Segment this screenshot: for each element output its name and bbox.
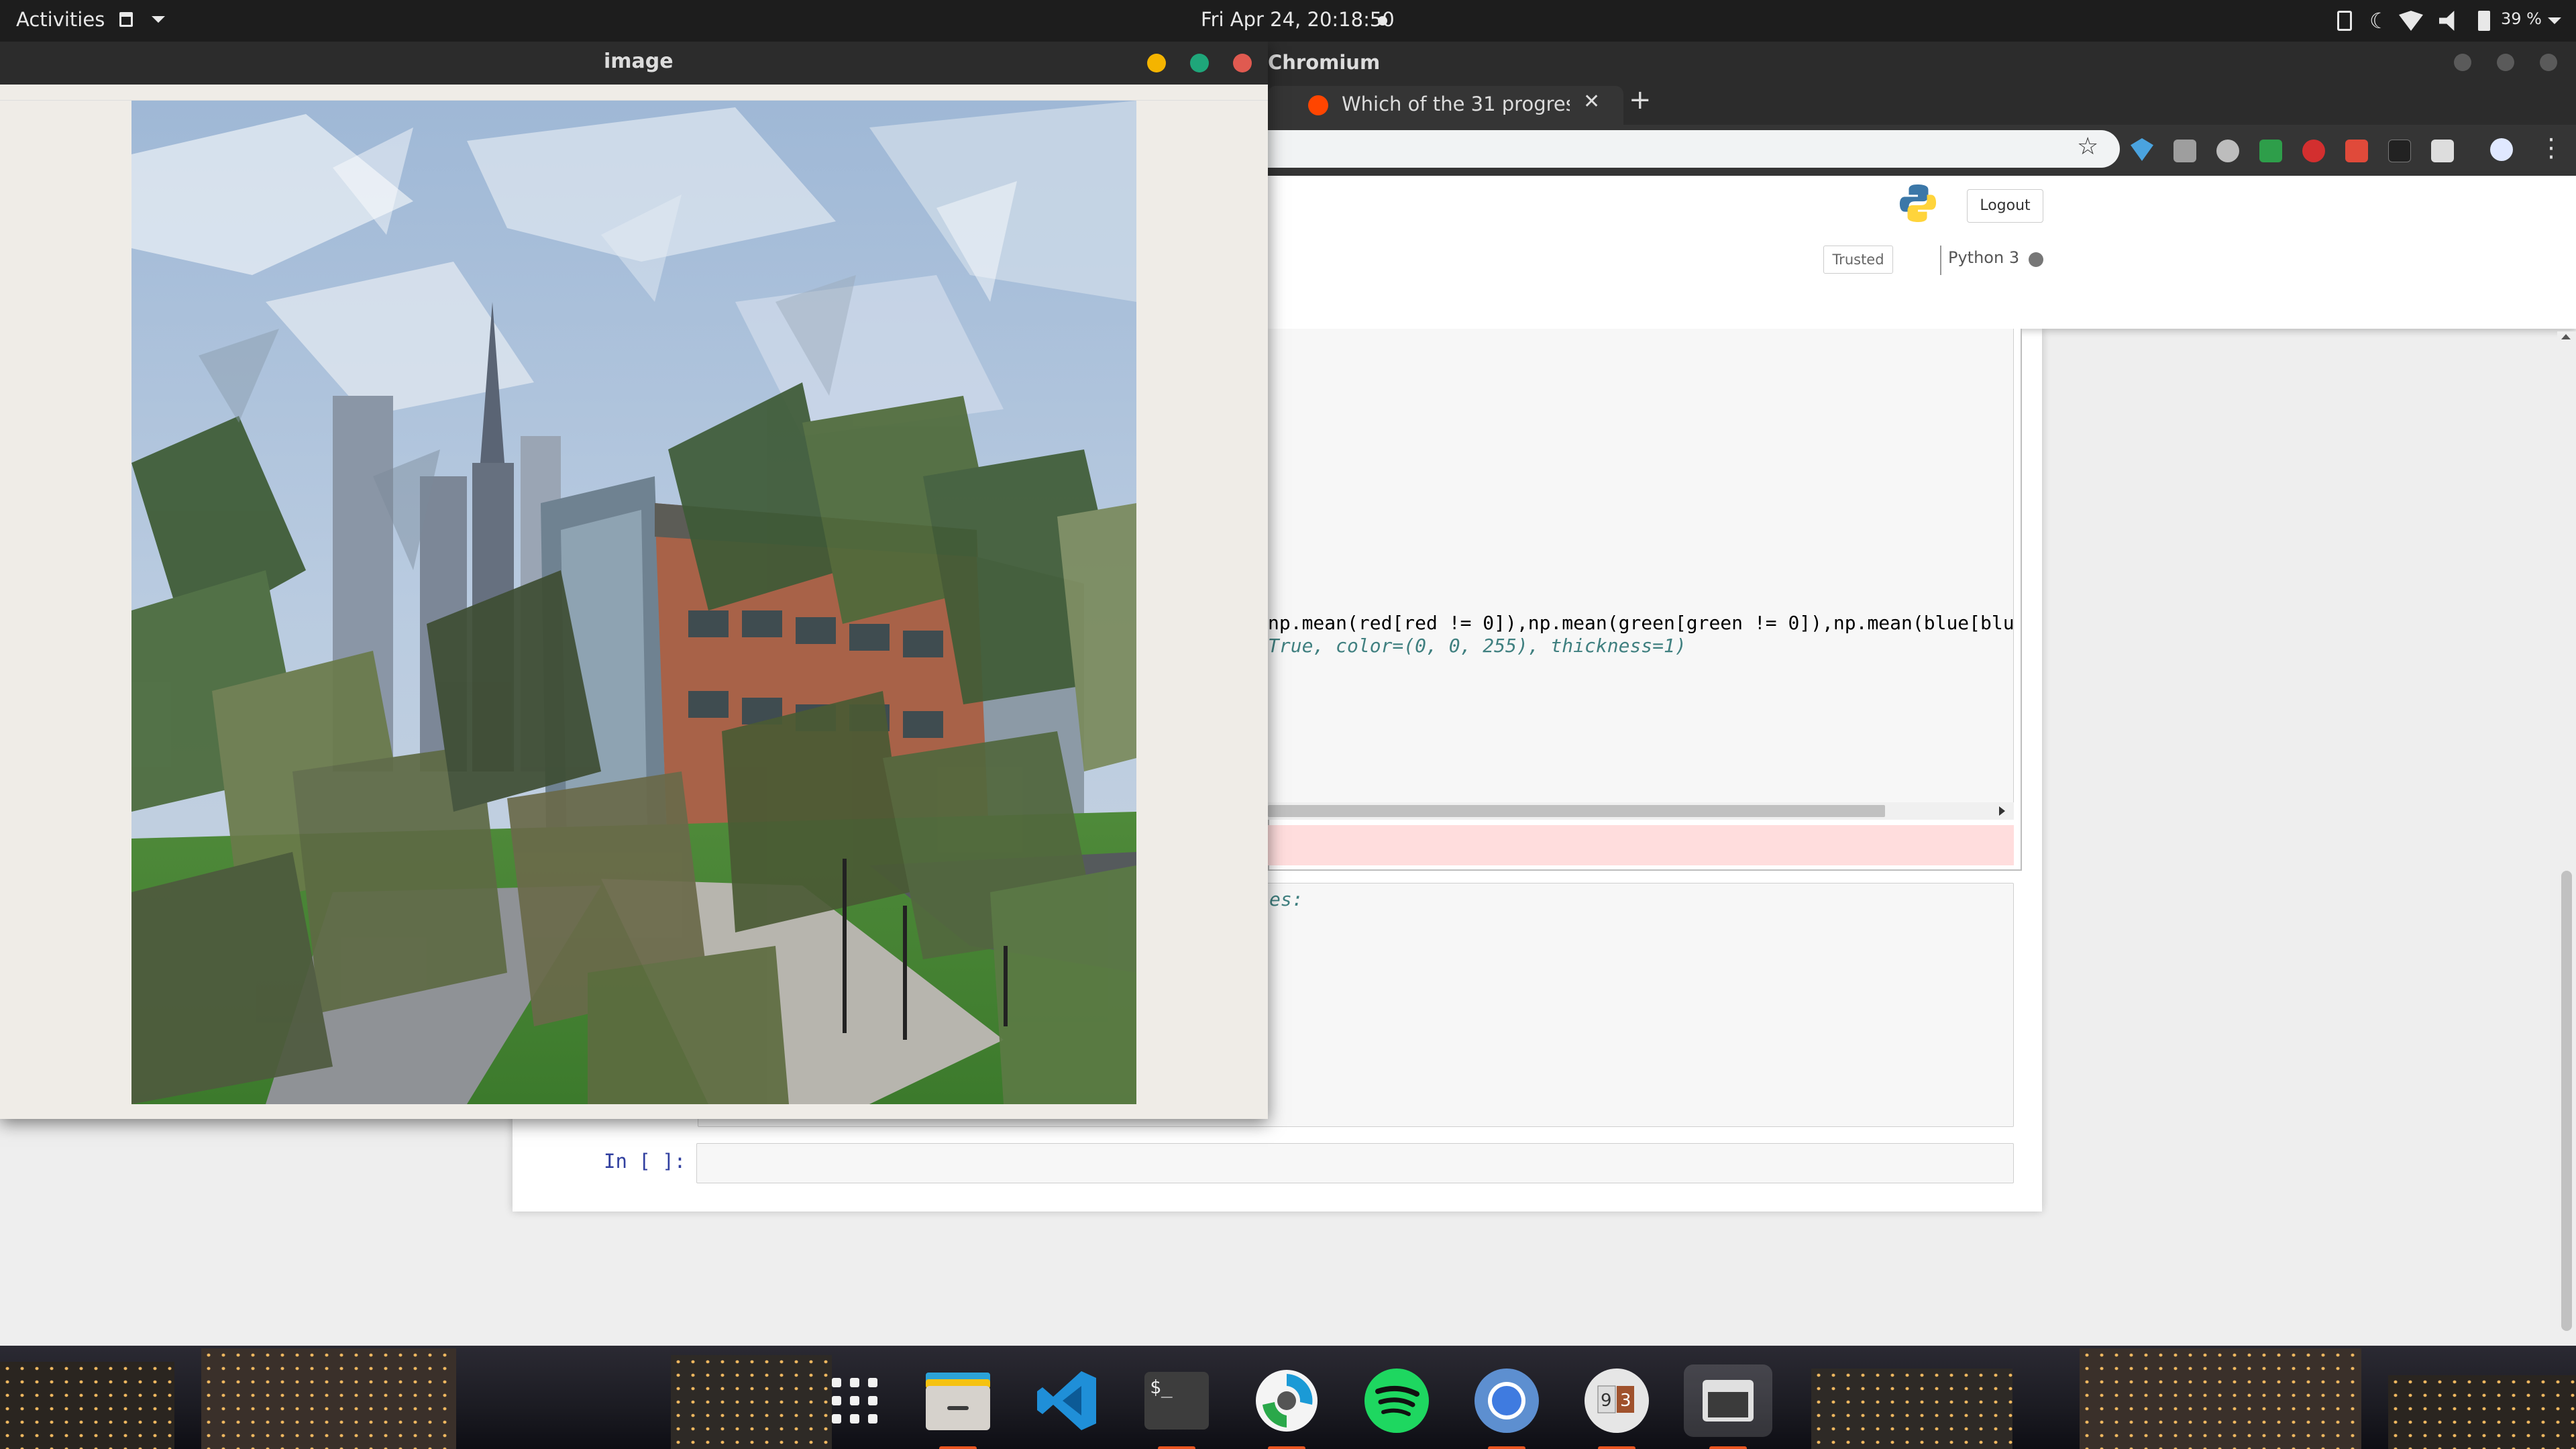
extension-yab-icon[interactable] xyxy=(2302,140,2325,162)
triangulated-photo xyxy=(131,101,1136,1104)
system-menu-chevron-icon[interactable] xyxy=(2548,17,2561,24)
extension-check-icon[interactable] xyxy=(2259,140,2282,162)
code-line-comment: True, color=(0, 0, 255), thickness=1) xyxy=(1268,635,1686,657)
kernel-name[interactable]: Python 3 xyxy=(1948,248,2019,267)
maximize-button[interactable] xyxy=(2497,54,2514,71)
extension-box-icon[interactable] xyxy=(2174,140,2196,162)
error-output xyxy=(1268,825,2014,865)
image-viewer-icon[interactable] xyxy=(1684,1364,1772,1437)
input-prompt: In [ ]: xyxy=(604,1150,686,1173)
close-button[interactable] xyxy=(1233,54,1252,72)
extension-b-icon[interactable] xyxy=(2431,140,2454,162)
code-editor[interactable] xyxy=(1268,329,2014,802)
tab-title: Which of the 31 progress xyxy=(1342,93,1570,115)
logout-button[interactable]: Logout xyxy=(1967,189,2043,223)
activities-button[interactable]: Activities xyxy=(16,8,105,31)
svg-text:9: 9 xyxy=(1601,1391,1612,1411)
notification-dot-icon xyxy=(1378,16,1387,25)
minimize-button[interactable] xyxy=(1147,54,1166,72)
sudoku-icon[interactable]: 9 3 xyxy=(1580,1364,1653,1437)
scroll-up-arrow-icon[interactable] xyxy=(2561,334,2571,339)
address-bar[interactable] xyxy=(1268,130,2120,168)
horizontal-scroll-thumb[interactable] xyxy=(1268,805,1885,817)
terminal-icon[interactable]: $_ xyxy=(1140,1364,1213,1437)
svg-text:$_: $_ xyxy=(1150,1376,1173,1399)
scroll-right-arrow-icon[interactable] xyxy=(1999,806,2005,816)
profile-avatar[interactable] xyxy=(2490,138,2513,161)
clock[interactable]: Fri Apr 24, 20:18:50 xyxy=(1201,8,1395,31)
image-window-toolbar xyxy=(0,85,1268,101)
spotify-icon[interactable] xyxy=(1360,1364,1433,1437)
python-logo xyxy=(1899,184,1937,223)
svg-text:3: 3 xyxy=(1620,1391,1631,1411)
minimize-button[interactable] xyxy=(2454,54,2471,71)
app-icon[interactable] xyxy=(1250,1364,1323,1437)
reddit-icon xyxy=(1308,95,1328,115)
empty-code-cell[interactable] xyxy=(696,1143,2014,1183)
maximize-button[interactable] xyxy=(1190,54,1209,72)
trusted-badge[interactable]: Trusted xyxy=(1823,246,1893,274)
vscode-icon[interactable] xyxy=(1030,1364,1103,1437)
page-scroll-thumb[interactable] xyxy=(2561,871,2572,1331)
app-grid-icon[interactable] xyxy=(818,1364,891,1437)
chromium-icon[interactable] xyxy=(1470,1364,1543,1437)
night-light-icon[interactable]: ☾ xyxy=(2369,8,2389,34)
battery-icon[interactable] xyxy=(2478,11,2490,31)
code-line: np.mean(red[red != 0]),np.mean(green[gre… xyxy=(1268,612,2014,634)
kernel-status-icon xyxy=(2029,252,2043,267)
extension-terminal-icon[interactable] xyxy=(2388,140,2411,162)
kernel-divider xyxy=(1940,246,1941,275)
extension-badge-icon[interactable] xyxy=(2345,140,2368,162)
new-tab-button[interactable]: + xyxy=(1629,85,1652,115)
browser-menu-icon[interactable]: ⋮ xyxy=(2538,133,2564,162)
bookmark-star-icon[interactable]: ☆ xyxy=(2077,133,2098,160)
phone-icon[interactable] xyxy=(2337,11,2352,31)
close-button[interactable] xyxy=(2540,54,2557,71)
chevron-down-icon[interactable] xyxy=(152,16,165,23)
dock: $_ 9 3 xyxy=(785,1348,1791,1449)
markdown-text: es: xyxy=(1269,888,1303,910)
files-icon[interactable] xyxy=(922,1364,994,1437)
extension-bulb-icon[interactable] xyxy=(2216,140,2239,162)
image-window: image xyxy=(0,42,1268,1119)
battery-percentage[interactable]: 39 % xyxy=(2501,9,2542,28)
tab-close-icon[interactable]: ✕ xyxy=(1583,90,1600,113)
image-window-title: image xyxy=(604,50,674,73)
app-menu-icon[interactable] xyxy=(119,12,133,27)
chromium-window-title: Chromium xyxy=(1268,51,1381,74)
